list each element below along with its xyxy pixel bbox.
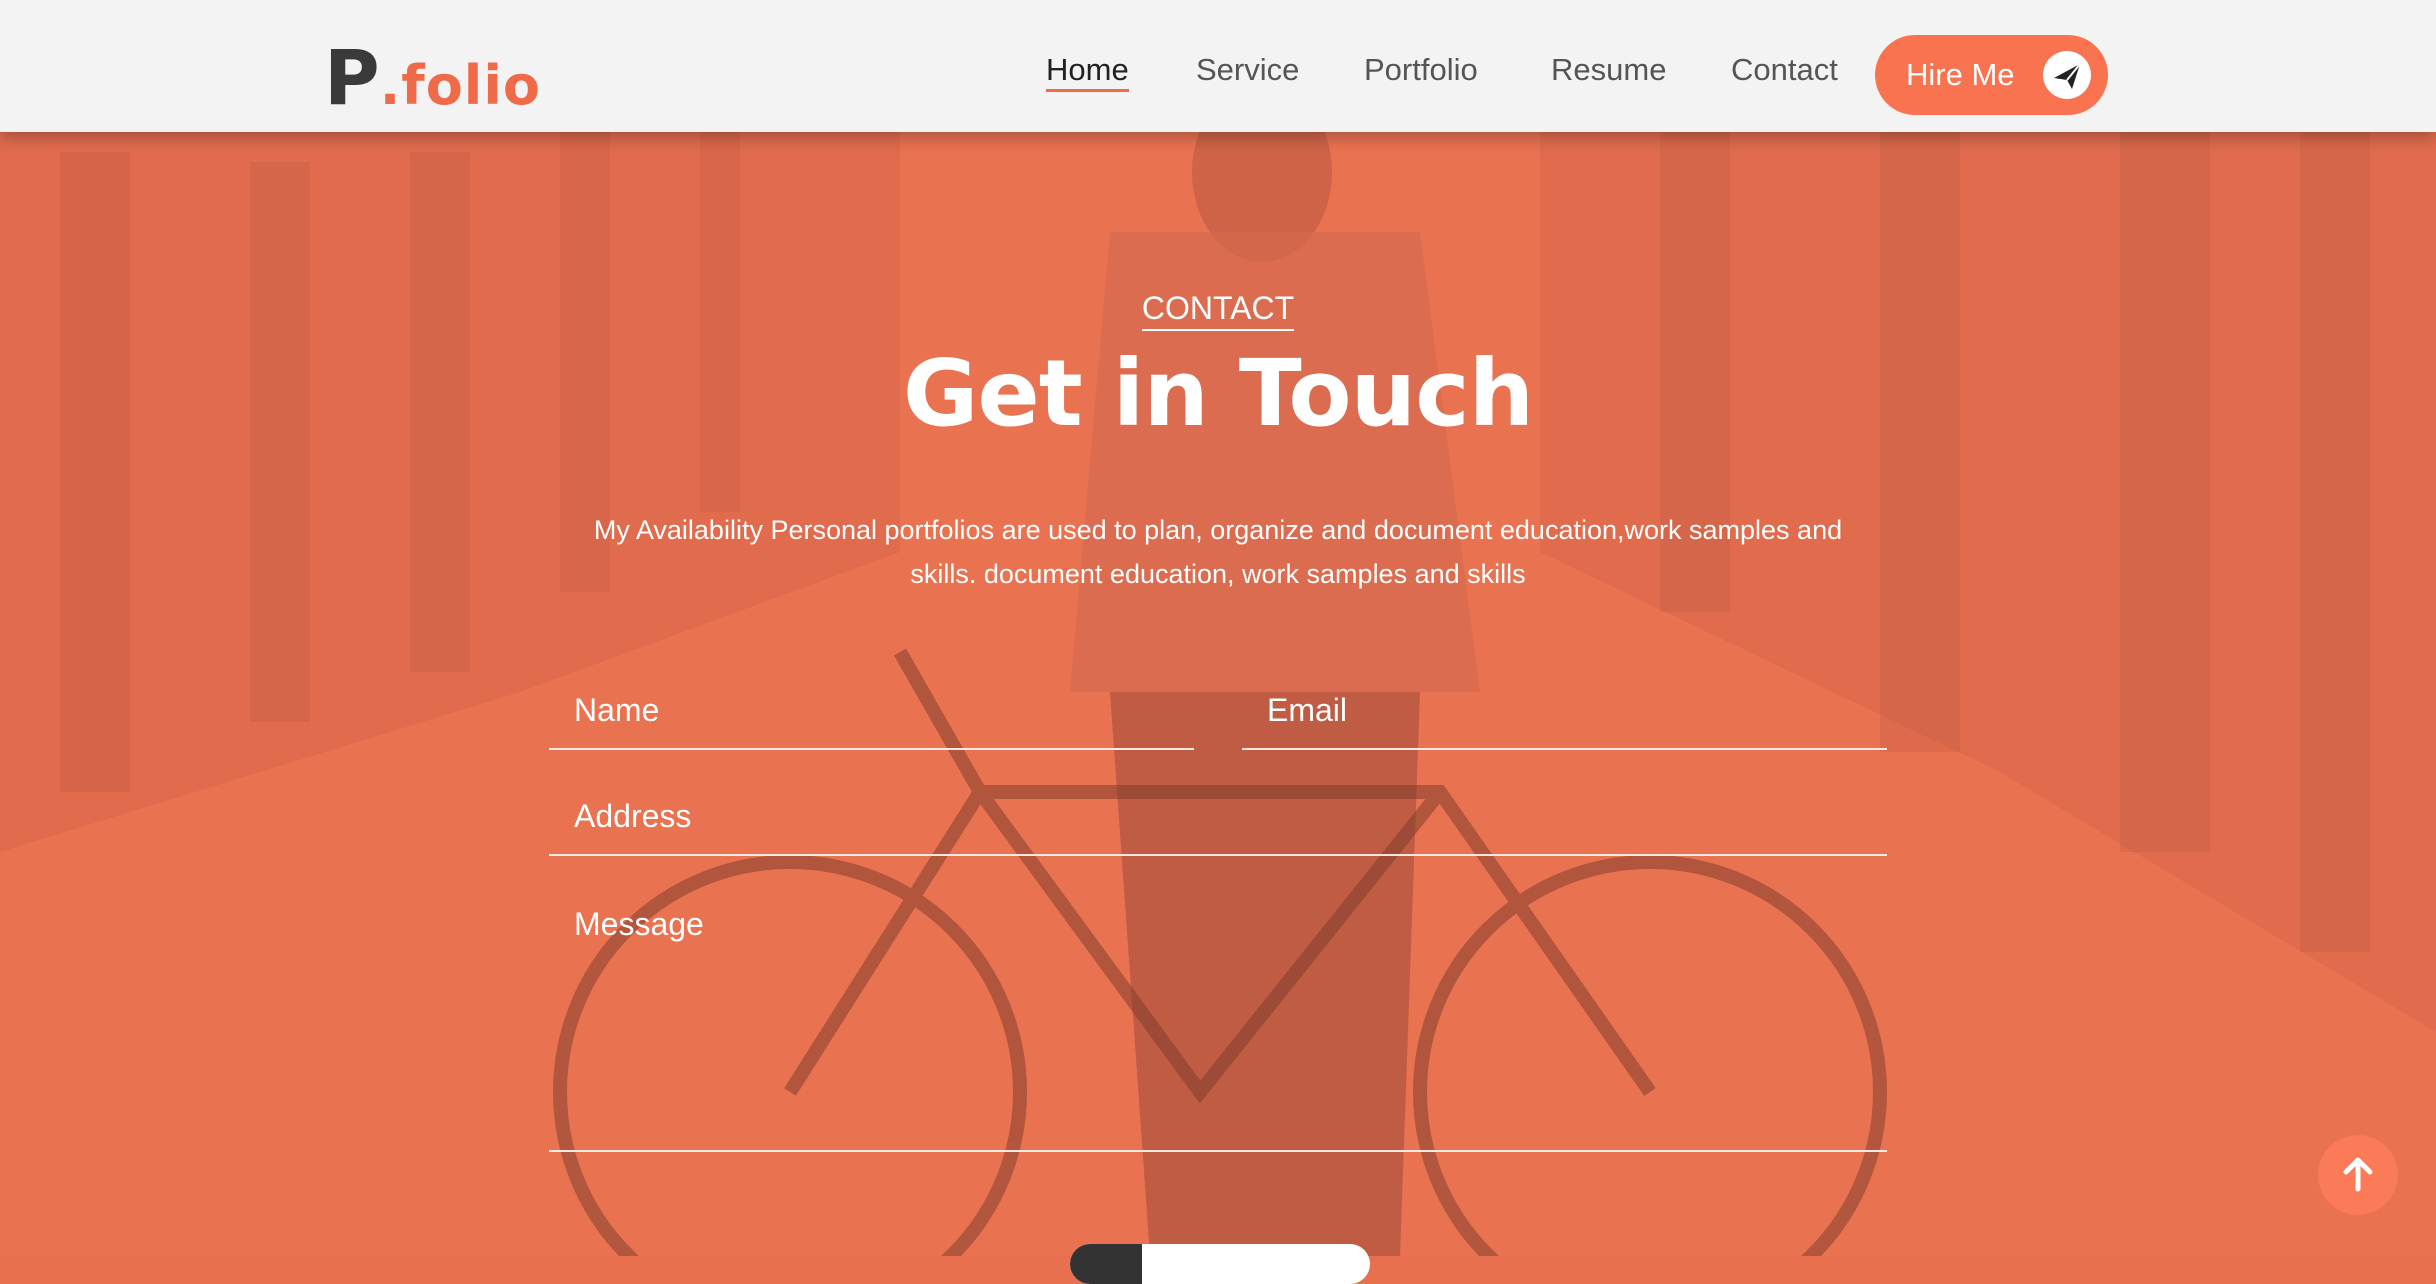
nav-home[interactable]: Home	[1046, 52, 1129, 92]
email-input[interactable]	[1242, 672, 1887, 748]
address-input[interactable]	[549, 778, 1887, 854]
nav-contact[interactable]: Contact	[1731, 52, 1838, 88]
logo-text: .folio	[379, 54, 541, 117]
logo[interactable]: P.folio	[324, 38, 541, 118]
nav-service[interactable]: Service	[1196, 52, 1299, 88]
nav-resume[interactable]: Resume	[1551, 52, 1666, 88]
site-header: P.folio Home Service Portfolio Resume Co…	[0, 0, 2436, 132]
submit-button-segment	[1070, 1244, 1142, 1284]
message-textarea[interactable]	[549, 884, 1887, 1150]
nav-portfolio[interactable]: Portfolio	[1364, 52, 1478, 88]
arrow-up-icon	[2343, 1157, 2373, 1192]
logo-letter: P	[324, 33, 380, 122]
contact-section: CONTACT Get in Touch My Availability Per…	[0, 132, 2436, 1256]
paper-plane-icon	[2043, 51, 2091, 99]
scroll-top-button[interactable]	[2318, 1135, 2398, 1215]
section-title: Get in Touch	[902, 340, 1534, 447]
hire-me-label: Hire Me	[1906, 57, 2015, 92]
submit-button-partial[interactable]	[1070, 1244, 1370, 1284]
email-field	[1242, 672, 1887, 750]
name-field	[549, 672, 1194, 750]
section-description: My Availability Personal portfolios are …	[593, 515, 1843, 589]
address-field	[549, 778, 1887, 856]
section-overline: CONTACT	[0, 290, 2436, 331]
hire-me-button[interactable]: Hire Me	[1875, 35, 2108, 115]
message-field	[549, 884, 1887, 1152]
name-input[interactable]	[549, 672, 1194, 748]
